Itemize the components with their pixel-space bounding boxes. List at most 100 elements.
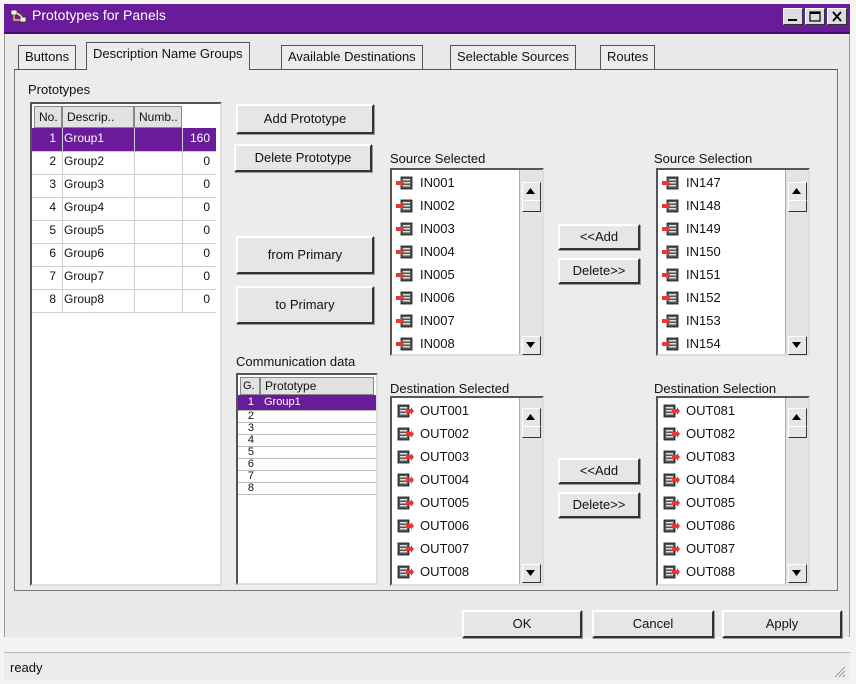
table-row[interactable]: 6 Group6 0 bbox=[32, 243, 216, 267]
list-item-label: OUT008 bbox=[420, 564, 470, 579]
table-row[interactable]: 5 Group5 0 bbox=[32, 220, 216, 244]
scroll-thumb[interactable] bbox=[788, 200, 807, 212]
list-item-label: IN006 bbox=[420, 290, 455, 305]
output-port-icon bbox=[397, 427, 414, 441]
list-item-label: OUT081 bbox=[686, 403, 736, 418]
delete-destination-button[interactable]: Delete>> bbox=[558, 492, 640, 518]
table-row[interactable]: 1 Group1 bbox=[238, 395, 376, 411]
destination-selection-list[interactable]: OUT081 OUT082 OUT083 OUT084 OUT085 OUT086 OUT0… bbox=[656, 396, 810, 586]
output-port-icon bbox=[663, 519, 680, 533]
list-item-label: IN150 bbox=[686, 244, 721, 259]
table-row[interactable]: 7 Group7 0 bbox=[32, 266, 216, 290]
source-selection-label: Source Selection bbox=[654, 151, 753, 166]
input-port-icon bbox=[396, 245, 413, 259]
scroll-down-arrow[interactable] bbox=[522, 336, 541, 355]
table-row[interactable]: 5 bbox=[238, 446, 376, 459]
destination-selected-list[interactable]: OUT001 OUT002 OUT003 OUT004 OUT005 OUT006 OUT0… bbox=[390, 396, 544, 586]
minimize-button[interactable] bbox=[783, 8, 803, 25]
table-row[interactable]: 4 bbox=[238, 434, 376, 447]
table-row[interactable]: 1 Group1 160 bbox=[32, 128, 216, 152]
scroll-up-arrow[interactable] bbox=[788, 408, 807, 427]
communication-table[interactable]: G. Prototype 1 Group1 2 3 4 5 6 7 8 bbox=[236, 373, 378, 585]
apply-button[interactable]: Apply bbox=[722, 610, 842, 638]
input-port-icon bbox=[662, 314, 679, 328]
tab-available-destinations[interactable]: Available Destinations bbox=[281, 45, 423, 69]
add-prototype-button[interactable]: Add Prototype bbox=[236, 104, 374, 134]
cell-description: Group5 bbox=[64, 223, 105, 237]
maximize-button[interactable] bbox=[805, 8, 825, 25]
cancel-button[interactable]: Cancel bbox=[592, 610, 714, 638]
column-header-no[interactable]: No. bbox=[34, 106, 62, 128]
to-primary-button[interactable]: to Primary bbox=[236, 286, 374, 324]
destination-selected-scrollbar[interactable] bbox=[519, 398, 542, 584]
tab-description-name-groups[interactable]: Description Name Groups bbox=[86, 42, 250, 70]
input-port-icon bbox=[662, 291, 679, 305]
table-row[interactable]: 3 bbox=[238, 422, 376, 435]
cell-no: 4 bbox=[49, 200, 56, 214]
cell-description: Group1 bbox=[64, 131, 105, 145]
scroll-thumb[interactable] bbox=[788, 426, 807, 438]
close-button[interactable] bbox=[827, 8, 847, 25]
table-row[interactable]: 2 Group2 0 bbox=[32, 151, 216, 175]
destination-selection-scrollbar[interactable] bbox=[785, 398, 808, 584]
cell-description: Group4 bbox=[64, 200, 105, 214]
table-row[interactable]: 4 Group4 0 bbox=[32, 197, 216, 221]
table-row[interactable]: 6 bbox=[238, 458, 376, 471]
scroll-down-arrow[interactable] bbox=[522, 564, 541, 583]
scroll-thumb[interactable] bbox=[522, 426, 541, 438]
ok-button[interactable]: OK bbox=[462, 610, 582, 638]
column-header-prototype[interactable]: Prototype bbox=[260, 377, 374, 395]
source-selection-list[interactable]: IN147 IN148 IN149 IN150 IN151 IN152 IN153 IN154 bbox=[656, 168, 810, 356]
cell-number: 0 bbox=[203, 269, 210, 283]
table-row[interactable]: 2 bbox=[238, 410, 376, 423]
scroll-up-arrow[interactable] bbox=[522, 182, 541, 201]
cell-no: 6 bbox=[49, 246, 56, 260]
add-source-button[interactable]: <<Add bbox=[558, 224, 640, 250]
list-item-label: IN149 bbox=[686, 221, 721, 236]
column-header-number[interactable]: Numb.. bbox=[134, 106, 182, 128]
list-item-label: IN148 bbox=[686, 198, 721, 213]
scroll-down-arrow[interactable] bbox=[788, 564, 807, 583]
scroll-up-arrow[interactable] bbox=[788, 182, 807, 201]
cell-g: 3 bbox=[247, 422, 254, 434]
minimize-icon bbox=[788, 19, 797, 21]
destination-selection-items: OUT081 OUT082 OUT083 OUT084 OUT085 OUT086 OUT0… bbox=[658, 398, 786, 584]
cell-description: Group6 bbox=[64, 246, 105, 260]
source-selected-list[interactable]: IN001 IN002 IN003 IN004 IN005 IN006 IN007 IN008 bbox=[390, 168, 544, 356]
list-item-label: IN002 bbox=[420, 198, 455, 213]
output-port-icon bbox=[397, 473, 414, 487]
scroll-up-arrow[interactable] bbox=[522, 408, 541, 427]
delete-prototype-button[interactable]: Delete Prototype bbox=[234, 144, 372, 172]
table-row[interactable]: 8 bbox=[238, 482, 376, 495]
input-port-icon bbox=[662, 199, 679, 213]
column-header-description[interactable]: Descrip.. bbox=[62, 106, 134, 128]
scroll-thumb[interactable] bbox=[522, 200, 541, 212]
delete-source-button[interactable]: Delete>> bbox=[558, 258, 640, 284]
source-selection-scrollbar[interactable] bbox=[785, 170, 808, 355]
tab-buttons[interactable]: Buttons bbox=[18, 45, 77, 69]
source-selection-items: IN147 IN148 IN149 IN150 IN151 IN152 IN153 IN154 bbox=[658, 170, 786, 354]
cell-g: 4 bbox=[247, 434, 254, 446]
list-item-label: IN147 bbox=[686, 175, 721, 190]
window-title: Prototypes for Panels bbox=[32, 7, 166, 23]
list-item-label: OUT084 bbox=[686, 472, 736, 487]
tab-label: Selectable Sources bbox=[457, 49, 570, 64]
source-selected-scrollbar[interactable] bbox=[519, 170, 542, 355]
tab-selectable-sources[interactable]: Selectable Sources bbox=[450, 45, 577, 69]
output-port-icon bbox=[663, 404, 680, 418]
list-item-label: OUT088 bbox=[686, 564, 736, 579]
table-row[interactable]: 8 Group8 0 bbox=[32, 289, 216, 313]
output-port-icon bbox=[663, 427, 680, 441]
resize-grip-icon[interactable] bbox=[832, 664, 846, 678]
tab-routes[interactable]: Routes bbox=[600, 45, 656, 69]
add-destination-button[interactable]: <<Add bbox=[558, 458, 640, 484]
from-primary-button[interactable]: from Primary bbox=[236, 236, 374, 274]
table-row[interactable]: 7 bbox=[238, 470, 376, 483]
prototypes-table[interactable]: No. Descrip.. Numb.. 1 Group1 160 2 Group2 0 3… bbox=[30, 102, 222, 586]
cell-number: 0 bbox=[203, 246, 210, 260]
input-port-icon bbox=[396, 176, 413, 190]
table-row[interactable]: 3 Group3 0 bbox=[32, 174, 216, 198]
scroll-down-arrow[interactable] bbox=[788, 336, 807, 355]
column-header-g[interactable]: G. bbox=[240, 377, 260, 395]
communication-data-label: Communication data bbox=[236, 354, 356, 369]
